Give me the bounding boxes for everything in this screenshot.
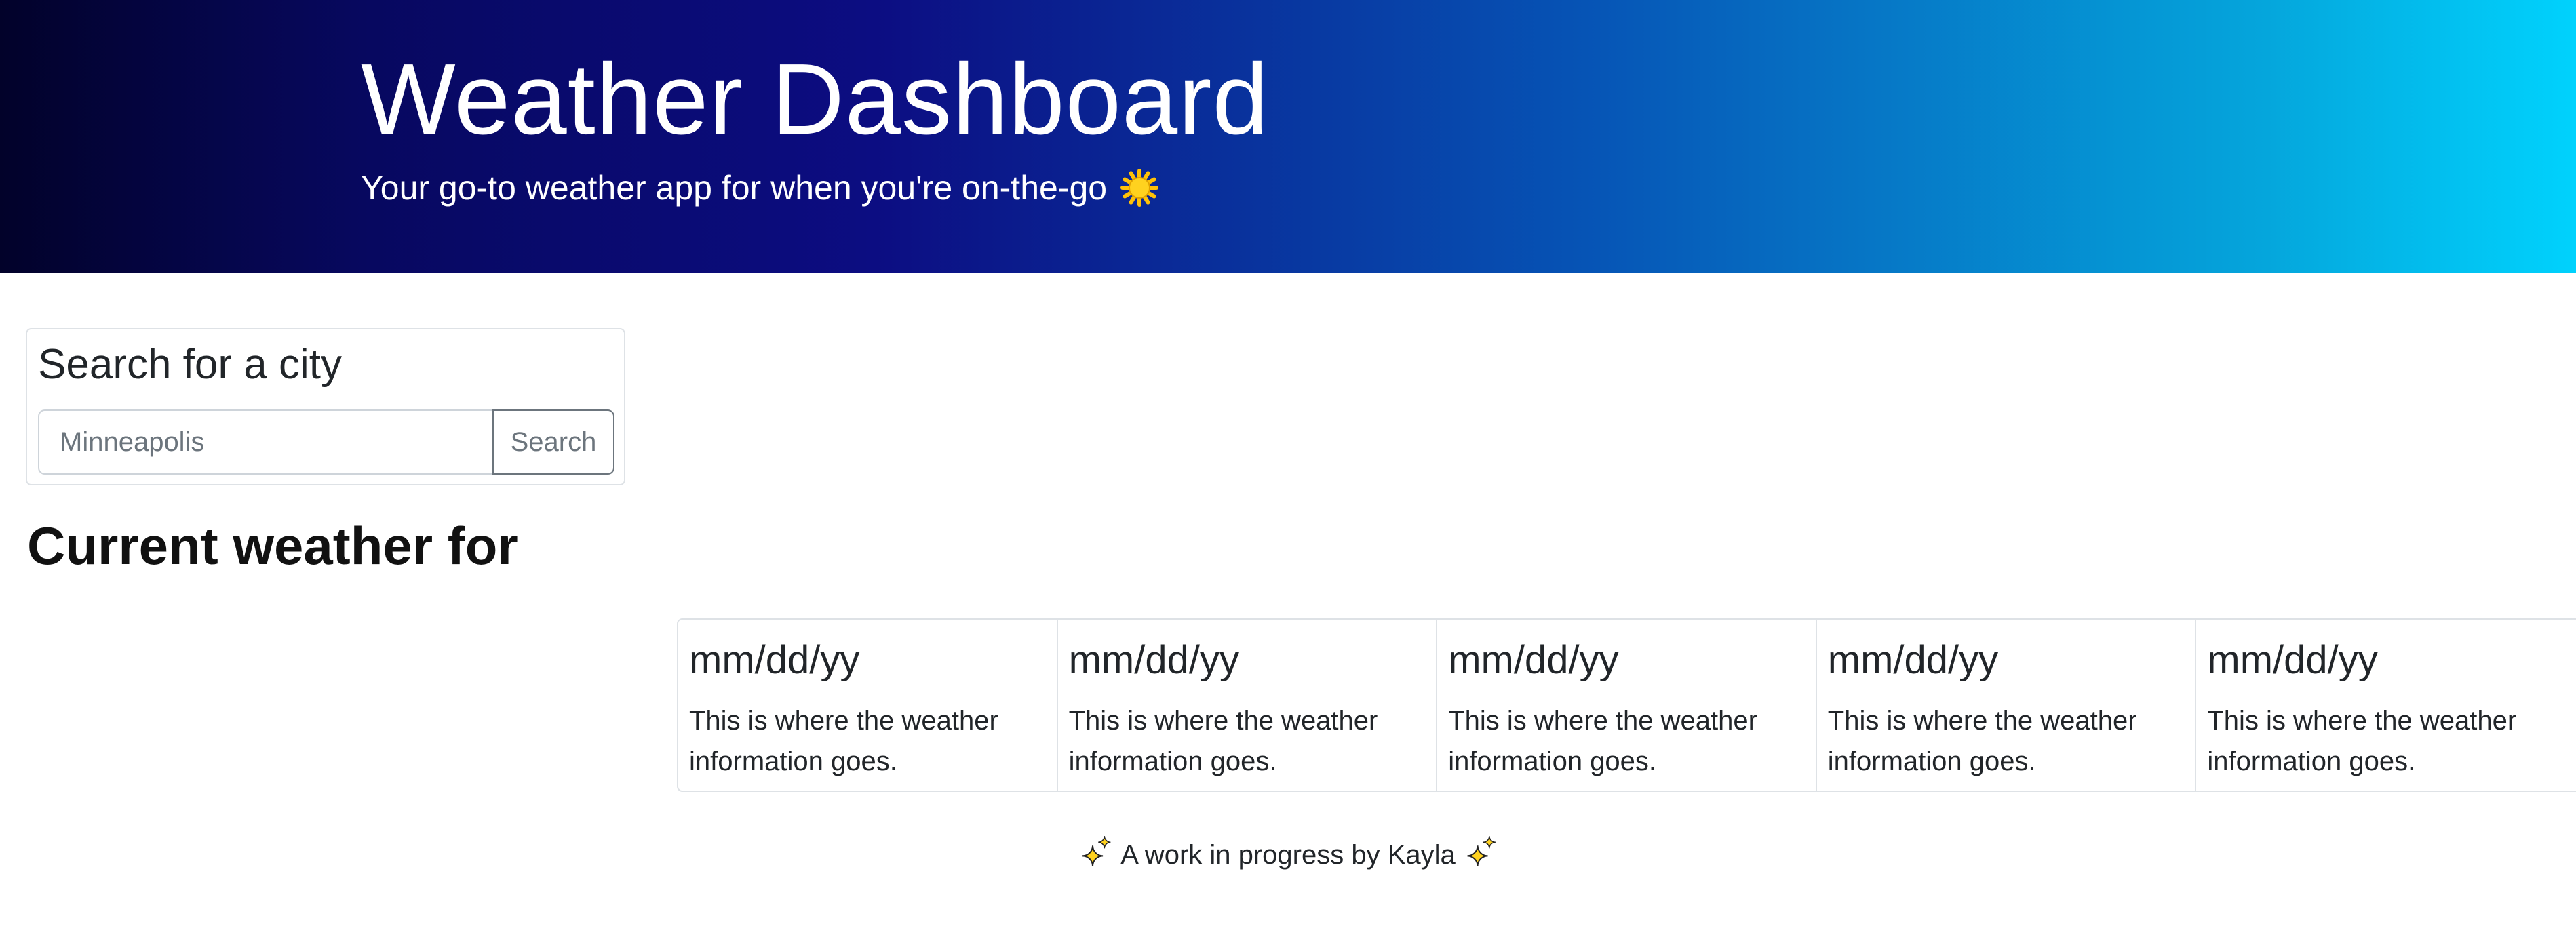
- footer: ✦ ✦ A work in progress by Kayla ✦ ✦: [0, 834, 2576, 872]
- search-button[interactable]: Search: [492, 409, 614, 475]
- sun-icon: [1120, 169, 1159, 207]
- forecast-card: mm/dd/yy This is where the weather infor…: [1058, 620, 1438, 791]
- forecast-info: This is where the weather information go…: [1068, 706, 1378, 776]
- sparkles-icon: ✦ ✦: [1080, 834, 1112, 872]
- forecast-card: mm/dd/yy This is where the weather infor…: [1437, 620, 1817, 791]
- search-card-title: Search for a city: [38, 341, 342, 388]
- forecast-info: This is where the weather information go…: [689, 706, 998, 776]
- forecast-date: mm/dd/yy: [2207, 638, 2378, 682]
- forecast-card: mm/dd/yy This is where the weather infor…: [2196, 620, 2576, 791]
- header-banner: Weather Dashboard Your go-to weather app…: [0, 0, 2576, 273]
- forecast-date: mm/dd/yy: [689, 638, 860, 682]
- forecast-card: mm/dd/yy This is where the weather infor…: [678, 620, 1058, 791]
- forecast-card: mm/dd/yy This is where the weather infor…: [1817, 620, 2197, 791]
- search-card: Search for a city Search: [26, 328, 625, 485]
- page-title: Weather Dashboard: [361, 43, 1269, 155]
- forecast-date: mm/dd/yy: [1827, 638, 1999, 682]
- tagline: Your go-to weather app for when you're o…: [361, 168, 1159, 207]
- forecast-date: mm/dd/yy: [1448, 638, 1619, 682]
- city-search-input[interactable]: [38, 409, 492, 475]
- forecast-info: This is where the weather information go…: [1448, 706, 1757, 776]
- tagline-text: Your go-to weather app for when you're o…: [361, 169, 1108, 207]
- sparkles-icon: ✦ ✦: [1466, 834, 1497, 872]
- forecast-date: mm/dd/yy: [1068, 638, 1239, 682]
- forecast-info: This is where the weather information go…: [1827, 706, 2137, 776]
- forecast-cards: mm/dd/yy This is where the weather infor…: [677, 618, 2576, 792]
- forecast-info: This is where the weather information go…: [2207, 706, 2517, 776]
- footer-text: A work in progress by Kayla: [1120, 839, 1456, 870]
- current-weather-heading: Current weather for: [27, 516, 518, 576]
